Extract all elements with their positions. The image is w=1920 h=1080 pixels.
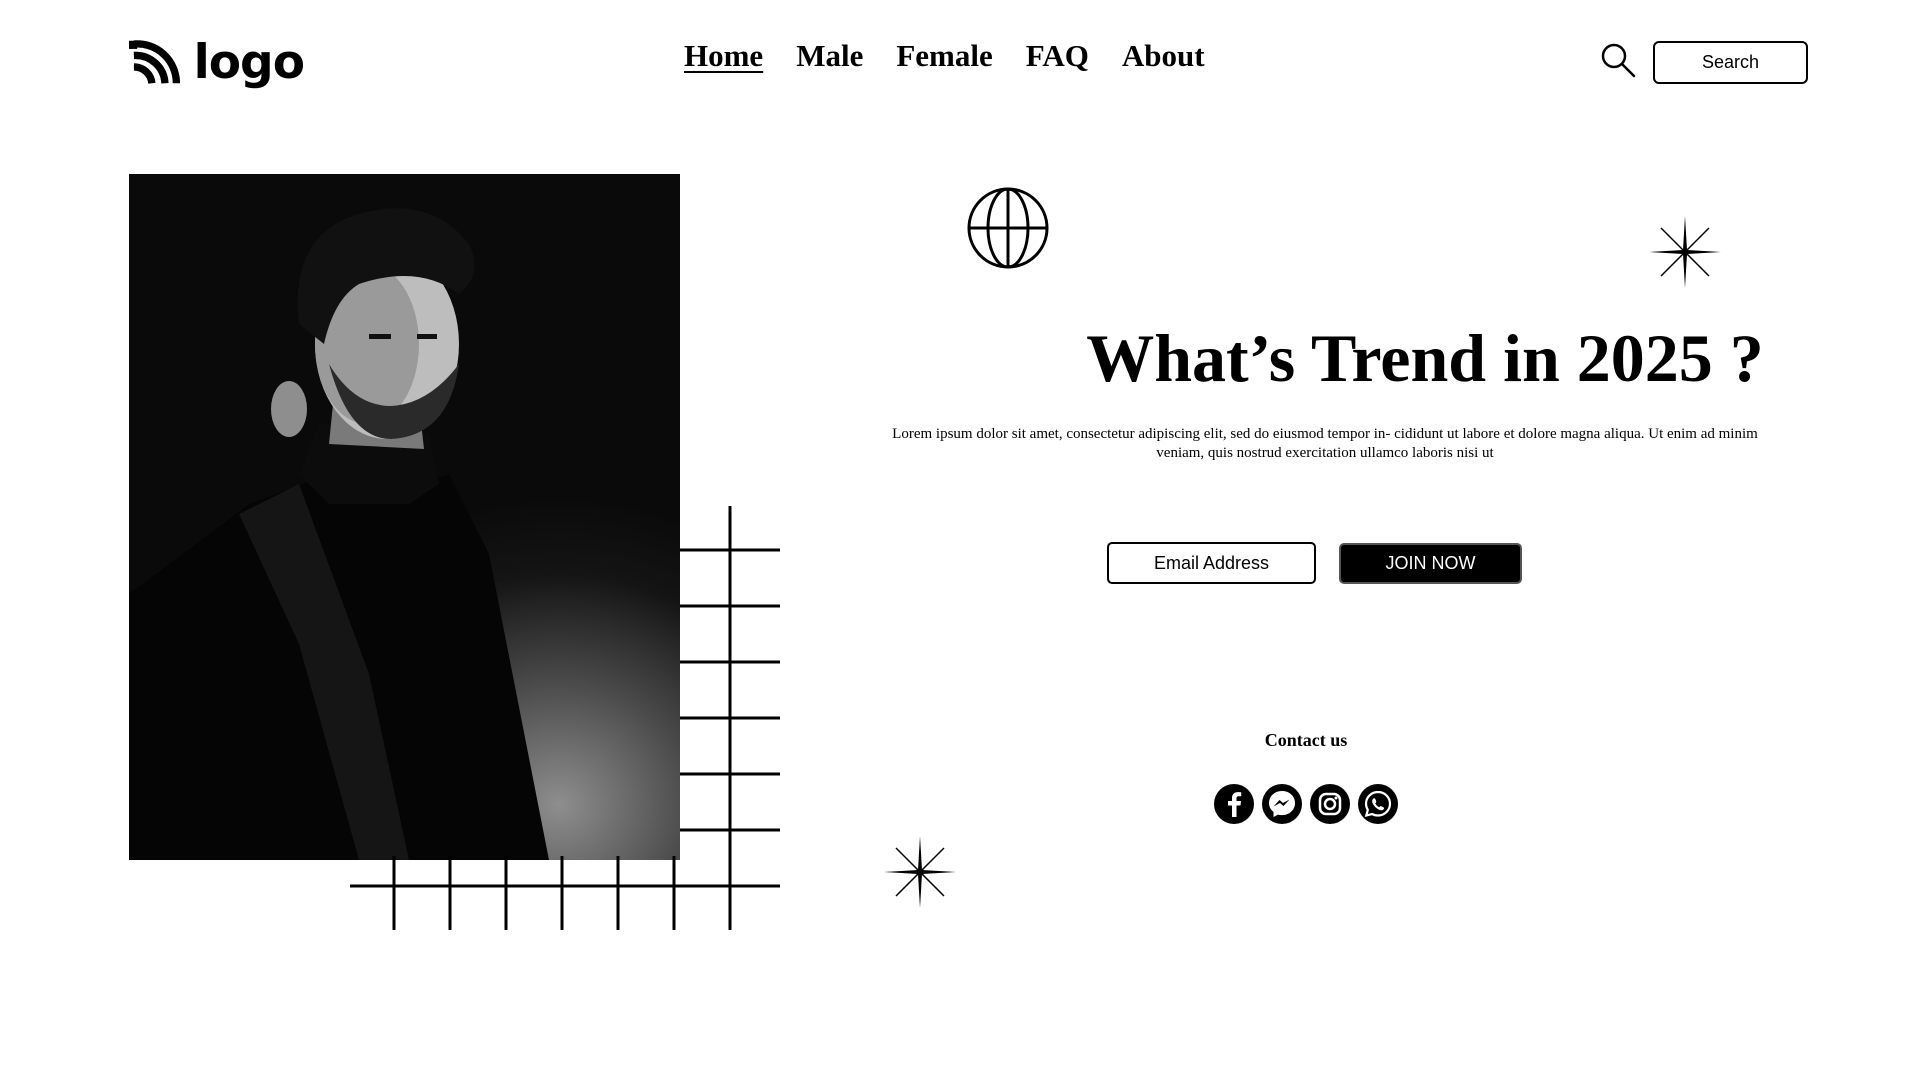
nav-male-link[interactable]: Male [796,38,863,74]
logo[interactable]: logo [129,31,305,93]
search-button[interactable]: Search [1653,41,1808,84]
whatsapp-icon[interactable] [1357,783,1399,825]
nav-faq-link[interactable]: FAQ [1026,38,1089,74]
grid-decoration [350,506,780,930]
search-icon[interactable] [1600,42,1636,78]
sparkle-icon [1649,216,1721,288]
nav-female-link[interactable]: Female [896,38,992,74]
hero-headline: What’s Trend in 2025 ? [1086,320,1764,396]
globe-icon [967,187,1049,269]
hero-description: Lorem ipsum dolor sit amet, consectetur … [892,426,1758,461]
nav-home-link[interactable]: Home [684,38,763,74]
nav-about-link[interactable]: About [1122,38,1205,74]
logo-text: logo [193,34,305,90]
contact-label: Contact us [1264,730,1348,750]
messenger-icon[interactable] [1261,783,1303,825]
main-nav: Home Male Female FAQ About [684,38,1205,74]
facebook-icon[interactable] [1213,783,1255,825]
logo-mark-icon [129,40,180,84]
social-icons-row [1213,783,1399,825]
join-now-button[interactable]: JOIN NOW [1339,543,1522,584]
sparkle-icon [884,836,956,908]
instagram-icon[interactable] [1309,783,1351,825]
email-field[interactable] [1107,542,1316,584]
